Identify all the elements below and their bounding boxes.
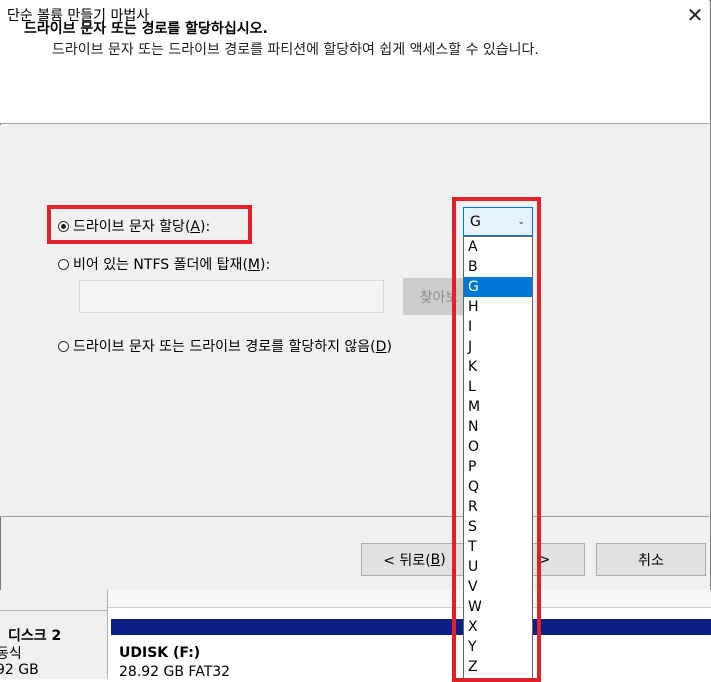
mount-folder-radio[interactable] xyxy=(58,258,69,270)
volume-bar[interactable] xyxy=(111,619,711,635)
header-title: 드라이브 문자 또는 경로를 할당하십시오. xyxy=(24,21,268,37)
no-assign-option[interactable]: 드라이브 문자 또는 드라이브 경로를 할당하지 않음(D) xyxy=(58,336,392,356)
cancel-button[interactable]: 취소 xyxy=(596,543,706,576)
disk-type: 동식 xyxy=(0,646,22,662)
volume-info: 28.92 GB FAT32 xyxy=(119,664,231,680)
wizard-content xyxy=(0,125,709,517)
no-assign-radio[interactable] xyxy=(58,340,69,352)
highlight-drive-list xyxy=(452,197,541,682)
highlight-assign-option xyxy=(47,205,252,244)
close-icon: ✕ xyxy=(686,3,704,27)
close-button[interactable]: ✕ xyxy=(680,0,710,30)
footer-separator xyxy=(0,516,709,517)
disk-info-divider xyxy=(0,610,108,611)
volume-name: UDISK (F:) xyxy=(119,645,201,661)
disk-size: 92 GB xyxy=(0,662,39,678)
mount-path-input[interactable] xyxy=(79,280,384,313)
mount-folder-option[interactable]: 비어 있는 NTFS 폴더에 탑재(M): xyxy=(58,254,270,274)
disk-map-top-strip xyxy=(108,590,711,608)
header-subtitle: 드라이브 문자 또는 드라이브 경로를 파티션에 할당하여 쉽게 액세스할 수 … xyxy=(52,42,539,58)
disk-name: 디스크 2 xyxy=(8,628,62,644)
no-assign-label: 드라이브 문자 또는 드라이브 경로를 할당하지 않음(D) xyxy=(73,339,392,355)
mount-folder-label: 비어 있는 NTFS 폴더에 탑재(M): xyxy=(73,257,271,273)
